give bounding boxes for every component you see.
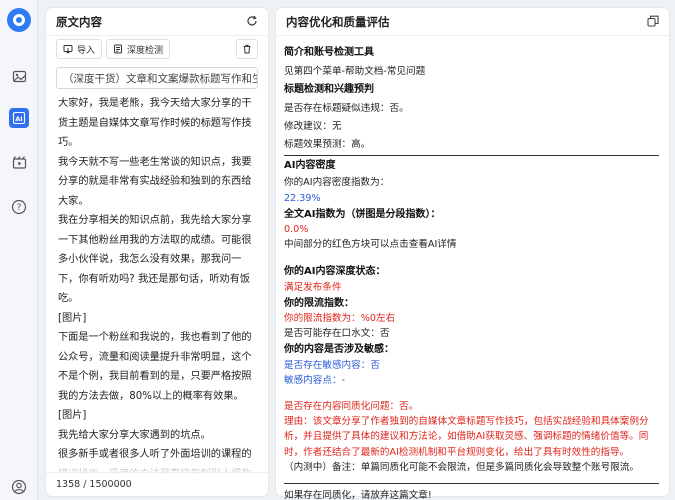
quality-assessment-panel: 内容优化和质量评估 简介和账号检测工具 见第四个菜单-帮助文档-常见问题 标题检… (276, 8, 669, 500)
note-text: （内测中）备注：单篇同质化可能不会限流，但是多篇同质化会导致整个账号限流。 (284, 461, 639, 473)
divider (284, 483, 659, 485)
assessment-result: 简介和账号检测工具 见第四个菜单-帮助文档-常见问题 标题检测和兴趣预判 是否存… (284, 44, 659, 500)
panel-header: 内容优化和质量评估 (276, 8, 669, 36)
full-ai-value: 0.0% (284, 224, 309, 236)
result-line: 是否存在标题疑似违规：否。 (284, 102, 409, 114)
limit-note: 是否可能存在口水文：否 (284, 328, 390, 340)
import-button[interactable]: 导入 (56, 39, 103, 59)
section-heading: 标题检测和兴趣预判 (284, 84, 374, 96)
title-input[interactable]: （深度干货）文章和文案爆款标题写作和生 (56, 67, 258, 89)
article-paragraph: 我先给大家分享大家遇到的坑点。 (58, 429, 211, 441)
result-line: 标题效果预测：高。 (284, 139, 371, 151)
original-content-panel: 原文内容 导入 深度检测 （深度干货）文章和文案爆款标题写作和生 大家好，我是老… (46, 8, 268, 496)
char-counter: 1358 / 1500000 (46, 472, 268, 496)
divider (284, 155, 659, 157)
footer-text: 如果存在同质化，请放弃这篇文章! (284, 490, 432, 500)
image-icon[interactable] (9, 66, 29, 86)
image-placeholder: [图片] (58, 410, 87, 421)
image-placeholder: [图片] (58, 312, 87, 324)
deep-detect-label: 深度检测 (127, 45, 164, 56)
refresh-icon[interactable] (246, 12, 258, 31)
user-avatar-icon[interactable] (9, 477, 29, 497)
panel-title: 原文内容 (56, 14, 102, 29)
panel-title: 内容优化和质量评估 (286, 14, 390, 29)
trash-icon (243, 44, 251, 54)
article-text[interactable]: 大家好，我是老熊，我今天给大家分享的干货主题是自媒体文章写作时候的标题写作技巧。… (58, 94, 258, 474)
limit-value: 你的限流指数为：%0左右 (284, 313, 396, 325)
article-paragraph: 下面是一个粉丝和我说的，我也看到了他的公众号，流量和阅读量提升非常明显，这个不是… (58, 332, 252, 402)
app-logo-icon[interactable] (7, 8, 31, 32)
copy-icon[interactable] (647, 12, 659, 31)
state-value: 满足发布条件 (284, 281, 342, 293)
homogenization-line: 是否存在内容同质化问题：否。 (284, 401, 419, 413)
reason-text: 理由：该文章分享了作者独到的自媒体文章标题写作技巧，包括实战经验和具体案例分析，… (284, 416, 649, 458)
sensitive-line: 是否存在敏感内容：否 (284, 359, 380, 371)
article-paragraph: 我今天就不写一些老生常谈的知识点，我要分享的就是非常有实战经验和独到的东西给大家… (58, 156, 252, 207)
document-icon (114, 44, 122, 54)
deep-detect-button[interactable]: 深度检测 (106, 39, 171, 59)
article-paragraph: 很多新手或者很多人听了外面培训的课程的错误操作，采用的方法是直接复制别人爆款文章… (58, 449, 252, 474)
article-paragraph: 我在分享相关的知识点前，我先给大家分享一下其他粉丝用我的方法取的成绩。可能很多小… (58, 215, 252, 304)
section-heading: 你的内容是否涉及敏感： (284, 344, 394, 356)
ai-icon[interactable]: AI (9, 108, 29, 128)
result-line: 见第四个菜单-帮助文档-常见问题 (284, 66, 426, 78)
sensitive-line: 敏感内容点：- (284, 374, 346, 386)
toolbar: 导入 深度检测 (56, 39, 258, 61)
ai-density-value: 22.39% (284, 192, 321, 204)
import-icon (63, 45, 73, 54)
svg-text:AI: AI (15, 115, 22, 123)
panel-header: 原文内容 (46, 8, 268, 36)
section-heading: AI内容密度 (284, 160, 336, 172)
section-heading: 你的AI内容深度状态： (284, 266, 386, 278)
sidebar: AI ? (0, 0, 38, 500)
help-icon[interactable]: ? (9, 197, 29, 217)
svg-text:?: ? (17, 203, 22, 213)
import-label: 导入 (77, 45, 96, 56)
section-heading: 简介和账号检测工具 (284, 47, 374, 58)
video-icon[interactable] (9, 152, 29, 172)
ai-density-label: 你的AI内容密度指数为： (284, 177, 390, 189)
section-heading: 你的限流指数： (284, 297, 354, 309)
result-line: 修改建议：无 (284, 120, 342, 132)
delete-button[interactable] (236, 39, 258, 59)
section-heading: 全文AI指数为（饼图是分段指数）： (284, 208, 441, 220)
full-ai-note: 中间部分的红色方块可以点击查看AI详情 (284, 239, 457, 251)
article-paragraph: 大家好，我是老熊，我今天给大家分享的干货主题是自媒体文章写作时候的标题写作技巧。 (58, 98, 252, 148)
